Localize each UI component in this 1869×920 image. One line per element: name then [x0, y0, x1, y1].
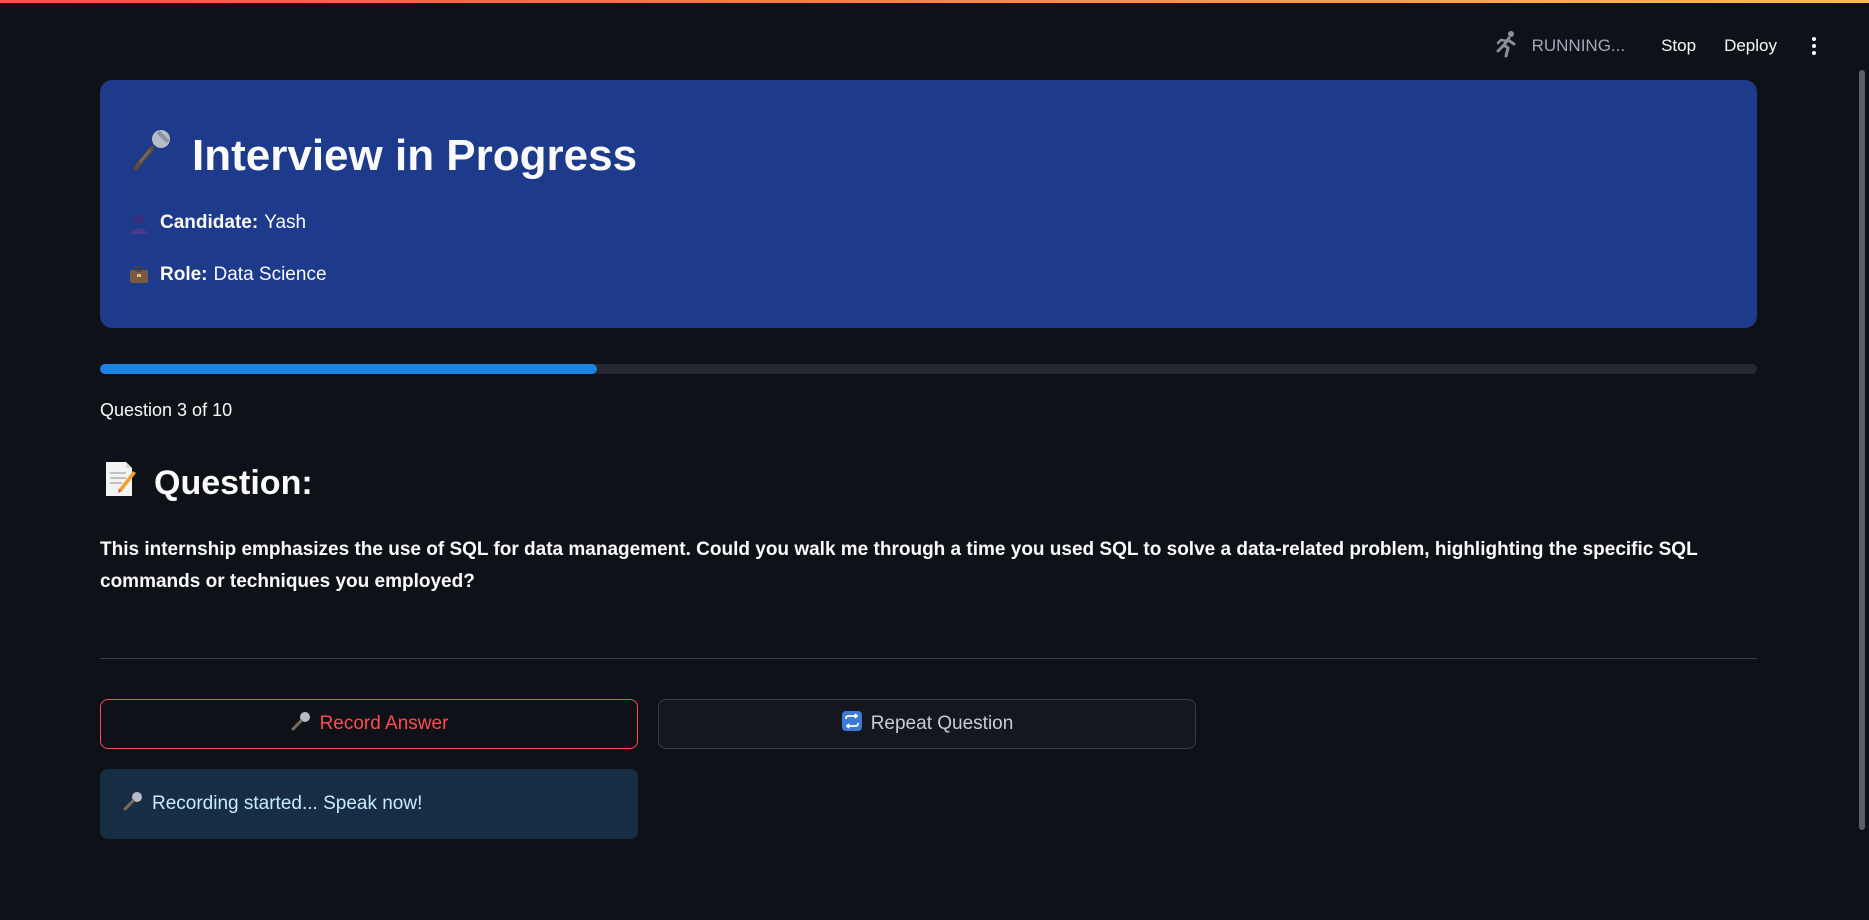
progress-bar-fill [100, 364, 598, 374]
app-toolbar: RUNNING... Stop Deploy [1492, 28, 1829, 64]
running-status-text: RUNNING... [1531, 36, 1626, 55]
action-buttons: Record Answer Repeat Question [100, 699, 1757, 749]
more-vertical-icon[interactable] [1799, 31, 1829, 61]
page-scrollbar[interactable] [1859, 70, 1865, 830]
candidate-line: Candidate: Yash [128, 208, 1729, 238]
top-decoration-bar [0, 0, 1869, 3]
section-divider [100, 658, 1757, 659]
candidate-value: Yash [264, 212, 307, 233]
candidate-label: Candidate: [160, 212, 259, 233]
question-counter: Question 3 of 10 [100, 400, 233, 420]
deploy-button[interactable]: Deploy [1710, 30, 1791, 62]
question-heading-text: Question: [154, 464, 313, 502]
page-title: Interview in Progress [128, 124, 1729, 188]
role-value: Data Science [213, 264, 327, 285]
repeat-icon [841, 710, 863, 738]
microphone-icon [122, 790, 144, 818]
microphone-icon [128, 126, 178, 187]
role-line: Role: Data Science [128, 260, 1729, 290]
interview-progress-bar [100, 364, 1757, 374]
page-title-text: Interview in Progress [192, 131, 638, 180]
interview-header-card: Interview in Progress Candidate: Yash Ro… [100, 80, 1757, 328]
record-answer-label: Record Answer [319, 713, 449, 734]
person-icon [128, 212, 150, 234]
main-content: Interview in Progress Candidate: Yash Ro… [100, 80, 1757, 839]
running-man-icon [1492, 29, 1522, 64]
role-label: Role: [160, 264, 208, 285]
stop-button[interactable]: Stop [1647, 30, 1710, 62]
recording-status-text: Recording started... Speak now! [152, 793, 423, 814]
running-status: RUNNING... [1492, 29, 1626, 64]
question-text: This internship emphasizes the use of SQ… [100, 539, 1698, 592]
memo-icon [100, 459, 140, 508]
record-answer-button[interactable]: Record Answer [100, 699, 638, 749]
briefcase-icon [128, 264, 150, 286]
question-heading: Question: [100, 459, 1757, 508]
repeat-question-label: Repeat Question [870, 713, 1014, 734]
recording-status-message: Recording started... Speak now! [100, 769, 638, 839]
repeat-question-button[interactable]: Repeat Question [658, 699, 1196, 749]
microphone-icon [290, 710, 312, 738]
